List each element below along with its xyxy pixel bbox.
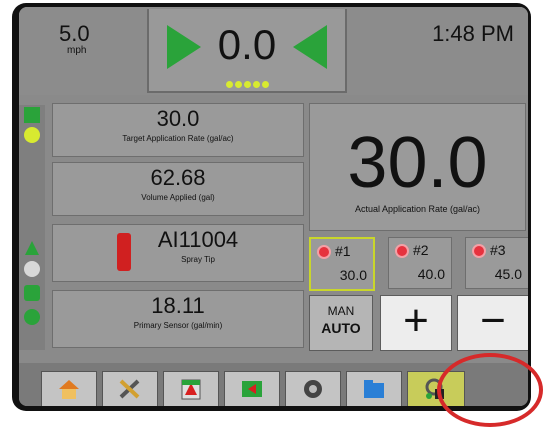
target-rate-value: 30.0 <box>156 106 200 131</box>
guidance-box: 0.0 <box>147 9 347 93</box>
actual-rate-panel[interactable]: 30.0 Actual Application Rate (gal/ac) <box>309 103 526 231</box>
preset-indicator-icon <box>472 244 486 258</box>
spray-tip-panel[interactable]: AI11004 Spray Tip <box>52 224 304 282</box>
pump-icon <box>25 241 39 255</box>
highlight-circle <box>437 353 543 427</box>
boom-preset-3[interactable]: #3 45.0 <box>465 237 528 289</box>
preset-indicator-icon <box>317 245 331 259</box>
actual-rate-value: 30.0 <box>347 123 488 203</box>
tools-tab[interactable] <box>102 371 158 406</box>
boom-preset-name: #2 <box>413 242 429 258</box>
home-icon <box>59 380 79 399</box>
boom-preset-rate: 40.0 <box>417 266 445 282</box>
tank-icon <box>24 285 40 301</box>
primary-sensor-value: 18.11 <box>151 293 205 318</box>
volume-applied-label: Volume Applied (gal) <box>141 193 215 202</box>
speed-value: 5.0 <box>59 21 90 46</box>
tools-icon <box>119 379 140 399</box>
boom-status-icon <box>24 107 40 123</box>
clock: 1:48 PM <box>432 21 514 46</box>
spray-tip-value: AI11004 <box>157 227 239 252</box>
primary-sensor-label: Primary Sensor (gal/min) <box>133 321 223 330</box>
boom-preset-rate: 45.0 <box>494 266 522 282</box>
actual-rate-label: Actual Application Rate (gal/ac) <box>354 204 481 214</box>
top-status-bar: 5.0 mph 0.0 1:48 PM <box>19 7 528 95</box>
master-switch-icon <box>24 127 40 143</box>
lightbar-dot <box>243 81 251 88</box>
steer-left-arrow-icon <box>293 25 327 69</box>
auto-label: AUTO <box>321 320 361 336</box>
field-tab[interactable] <box>163 371 219 406</box>
target-rate-panel[interactable]: 30.0 Target Application Rate (gal/ac) <box>52 103 304 157</box>
home-tab[interactable] <box>41 371 97 406</box>
speed-unit: mph <box>67 45 87 56</box>
increase-rate-button[interactable]: + <box>380 295 452 351</box>
camera-icon <box>304 380 322 398</box>
decrease-rate-button[interactable]: − <box>457 295 528 351</box>
target-rate-label: Target Application Rate (gal/ac) <box>122 134 234 143</box>
link-icon <box>24 309 40 325</box>
display-screen: 5.0 mph 0.0 1:48 PM 30.0 Target Applicat… <box>19 7 528 406</box>
map-tab[interactable] <box>224 371 280 406</box>
lightbar-dot <box>225 81 233 88</box>
field-icon <box>181 379 201 400</box>
camera-tab[interactable] <box>285 371 341 406</box>
droplet-icon <box>24 261 40 277</box>
lightbar-dots <box>149 75 345 93</box>
file-tab[interactable] <box>346 371 402 406</box>
man-auto-toggle[interactable]: MAN AUTO <box>309 295 373 351</box>
boom-preset-rate: 30.0 <box>339 267 367 283</box>
volume-applied-value: 62.68 <box>150 165 206 190</box>
lightbar-dot <box>261 81 269 88</box>
map-icon <box>242 381 262 397</box>
boom-preset-name: #3 <box>490 242 506 258</box>
lightbar-dot <box>234 81 242 88</box>
lightbar-dot <box>252 81 260 88</box>
boom-preset-2[interactable]: #2 40.0 <box>388 237 452 289</box>
status-strip <box>19 105 45 350</box>
boom-preset-1[interactable]: #1 30.0 <box>309 237 375 291</box>
primary-sensor-panel[interactable]: 18.11 Primary Sensor (gal/min) <box>52 290 304 348</box>
nozzle-icon <box>117 233 131 271</box>
spray-tip-label: Spray Tip <box>181 255 215 264</box>
volume-applied-panel[interactable]: 62.68 Volume Applied (gal) <box>52 162 304 216</box>
boom-preset-name: #1 <box>335 243 351 259</box>
ground-speed: 5.0 mph <box>59 21 90 56</box>
folder-icon <box>364 380 384 398</box>
preset-indicator-icon <box>395 244 409 258</box>
man-label: MAN <box>327 304 355 318</box>
